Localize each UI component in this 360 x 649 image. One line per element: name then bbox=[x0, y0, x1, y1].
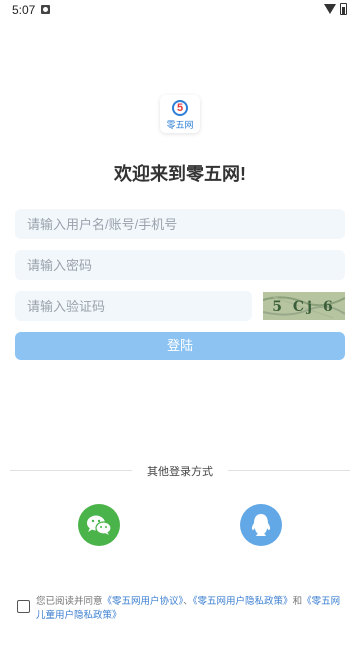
password-input[interactable] bbox=[15, 250, 345, 280]
agreement-checkbox[interactable] bbox=[17, 600, 30, 613]
agreement-prefix: 您已阅读并同意 bbox=[36, 596, 103, 607]
app-logo: 5 零五网 bbox=[160, 95, 200, 133]
page-title: 欢迎来到零五网! bbox=[114, 164, 246, 184]
username-input[interactable] bbox=[15, 209, 345, 239]
user-agreement-link[interactable]: 《零五网用户协议》 bbox=[103, 596, 184, 607]
agreement-and: 和 bbox=[292, 596, 303, 607]
status-time: 5:07 bbox=[12, 3, 36, 17]
captcha-input[interactable] bbox=[15, 291, 252, 321]
other-login-title: 其他登录方式 bbox=[147, 466, 213, 478]
agreement-text: 您已阅读并同意《零五网用户协议》、《零五网用户隐私政策》和《零五网儿童用户隐私政… bbox=[36, 595, 348, 623]
divider-right bbox=[228, 470, 350, 471]
qq-icon bbox=[251, 514, 271, 536]
privacy-policy-link[interactable]: 《零五网用户隐私政策》 bbox=[193, 596, 293, 607]
captcha-image[interactable]: 5 Cj 6 bbox=[263, 292, 345, 320]
captcha-text: 5 Cj 6 bbox=[272, 299, 335, 315]
notification-icon bbox=[41, 5, 50, 14]
logo-text: 零五网 bbox=[166, 120, 194, 130]
status-bar: 5:07 bbox=[0, 0, 360, 20]
wifi-icon bbox=[324, 4, 336, 14]
captcha-graphic: 5 Cj 6 bbox=[263, 292, 345, 320]
login-button[interactable]: 登陆 bbox=[15, 332, 345, 360]
wechat-login-button[interactable] bbox=[78, 504, 120, 546]
logo-circle: 5 bbox=[172, 100, 188, 116]
qq-login-button[interactable] bbox=[240, 504, 282, 546]
agreement-separator: 、 bbox=[183, 596, 193, 607]
battery-icon bbox=[340, 3, 347, 15]
wechat-icon bbox=[87, 515, 112, 535]
